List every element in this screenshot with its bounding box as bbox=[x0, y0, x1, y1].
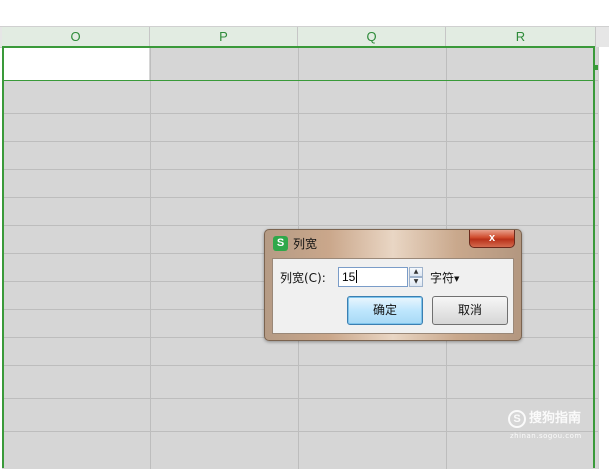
close-button[interactable]: x bbox=[469, 230, 515, 248]
cancel-button[interactable]: 取消 bbox=[432, 296, 508, 325]
text-caret bbox=[356, 270, 358, 283]
unit-dropdown[interactable]: 字符▼ bbox=[430, 270, 459, 287]
right-edge-strip bbox=[598, 47, 609, 469]
column-header-o[interactable]: O bbox=[2, 27, 150, 47]
dialog-title: 列宽 bbox=[293, 237, 318, 251]
sogou-logo-icon: S bbox=[508, 410, 526, 428]
column-width-input[interactable]: 15 bbox=[338, 267, 408, 287]
column-width-value: 15 bbox=[342, 270, 356, 284]
column-header-r[interactable]: R bbox=[446, 27, 596, 47]
dialog-body: 列宽(C): 15 ▲ ▼ 字符▼ 确定 取消 bbox=[272, 258, 514, 334]
column-header-q[interactable]: Q bbox=[298, 27, 446, 47]
spin-down-icon[interactable]: ▼ bbox=[409, 277, 423, 287]
column-width-stepper[interactable]: ▲ ▼ bbox=[409, 267, 423, 287]
column-width-dialog: S 列宽 x 列宽(C): 15 ▲ ▼ 字符▼ 确定 取消 bbox=[264, 229, 522, 341]
dialog-title-bar[interactable]: S 列宽 x bbox=[265, 230, 521, 258]
watermark-text: 搜狗指南 bbox=[529, 411, 582, 426]
watermark-url: zhinan.sogou.com bbox=[510, 432, 582, 440]
dropdown-arrow-icon: ▼ bbox=[454, 275, 460, 283]
unit-label: 字符 bbox=[430, 271, 455, 285]
selection-row-line bbox=[2, 80, 595, 81]
ok-button[interactable]: 确定 bbox=[347, 296, 423, 325]
column-header-row: O P Q R bbox=[0, 26, 609, 48]
wps-spreadsheet-icon: S bbox=[273, 236, 288, 251]
column-width-label: 列宽(C): bbox=[280, 271, 326, 285]
column-header-p[interactable]: P bbox=[150, 27, 298, 47]
spin-up-icon[interactable]: ▲ bbox=[409, 267, 423, 277]
close-icon: x bbox=[488, 232, 496, 244]
top-bar bbox=[0, 0, 609, 18]
